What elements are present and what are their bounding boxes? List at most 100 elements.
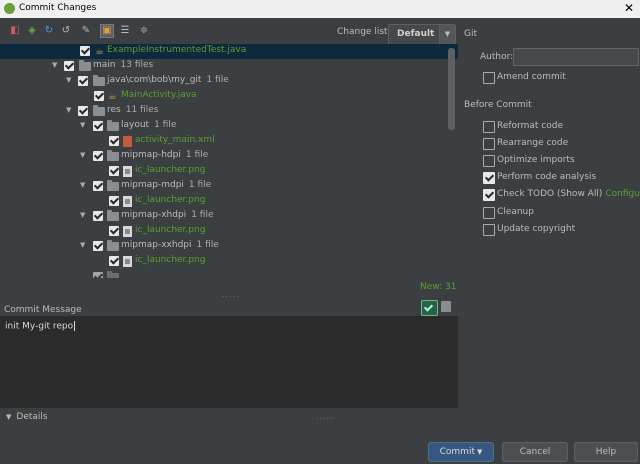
checkbox-box [483,72,495,84]
tree-item-label: layout 1 file [121,120,177,130]
tree-row-partial[interactable] [0,270,458,278]
spellcheck-icon[interactable] [421,300,438,316]
tree-checkbox[interactable] [93,241,103,251]
expand-arrow-icon[interactable]: ▼ [80,181,85,189]
splitter-handle[interactable]: ..... [316,412,334,421]
tree-row[interactable]: ☕ ExampleInstrumentedTest.java [0,44,458,59]
tree-checkbox[interactable] [109,226,119,236]
tree-checkbox[interactable] [93,272,103,278]
splitter-handle[interactable]: ..... [222,290,240,299]
tree-checkbox[interactable] [93,151,103,161]
tree-checkbox[interactable] [93,211,103,221]
tree-row[interactable]: ic_launcher.png [0,254,458,269]
tree-item-label: res 11 files [107,105,159,115]
option-label: Update copyright [497,224,576,234]
tree-checkbox[interactable] [109,256,119,266]
history-icon[interactable] [441,301,451,312]
tree-item-label: mipmap-xxhdpi 1 file [121,240,219,250]
tree-checkbox[interactable] [93,121,103,131]
option-label: Optimize imports [497,155,575,165]
tree-checkbox[interactable] [109,136,119,146]
window-title: Commit Changes [19,3,97,13]
tree-row[interactable]: ▼ main 13 files [0,59,458,74]
expand-arrow-icon[interactable]: ▼ [80,211,85,219]
tree-row[interactable]: ▼ mipmap-xhdpi 1 file [0,209,458,224]
tree-scrollbar[interactable] [448,48,455,130]
configure-link[interactable]: Configure [605,189,640,199]
tree-row[interactable]: activity_main.xml [0,134,458,149]
image-file-icon [123,226,132,237]
title-bar: Commit Changes ✕ [0,0,640,18]
folder-icon [79,60,91,71]
tree-checkbox[interactable] [78,76,88,86]
tree-row[interactable]: ic_launcher.png [0,194,458,209]
tree-checkbox[interactable] [94,91,104,101]
diff-icon[interactable]: ◧ [9,25,21,37]
tree-item-label: java\com\bob\my_git 1 file [107,75,229,85]
tree-row[interactable]: ▼ mipmap-mdpi 1 file [0,179,458,194]
expand-all-icon[interactable]: ☰ [119,25,131,37]
close-icon[interactable]: ✕ [624,2,634,15]
details-toggle[interactable]: ▼ Details [6,412,48,422]
refresh-icon[interactable]: ↻ [43,25,55,37]
option-label: Cleanup [497,207,534,217]
help-button-label: Help [595,447,617,457]
expand-arrow-icon[interactable]: ▼ [80,151,85,159]
cancel-button[interactable]: Cancel [502,442,568,462]
commit-message-label: Commit Message [4,305,82,315]
folder-icon [107,120,119,131]
tree-row[interactable]: ▼ res 11 files [0,104,458,119]
tree-item-label: mipmap-mdpi 1 file [121,180,212,190]
chevron-down-icon: ▼ [476,448,483,456]
tree-row[interactable]: ▼ layout 1 file [0,119,458,134]
checkbox-box [483,172,495,184]
tree-row[interactable]: ic_launcher.png [0,164,458,179]
tree-item-label: main 13 files [93,60,154,70]
image-file-icon [123,256,132,267]
expand-arrow-icon[interactable]: ▼ [52,61,57,69]
tree-row[interactable]: ▼ mipmap-xxhdpi 1 file [0,239,458,254]
commit-message-text: init My-git repo [5,321,76,332]
collapse-all-icon[interactable]: ≑ [138,25,150,37]
commit-message-input[interactable]: init My-git repo [0,316,458,408]
edit-icon[interactable]: ✎ [80,25,92,37]
before-commit-heading: Before Commit [464,100,532,110]
author-input[interactable] [513,48,639,66]
help-button[interactable]: Help [574,442,638,462]
tree-checkbox[interactable] [64,61,74,71]
expand-arrow-icon[interactable]: ▼ [80,241,85,249]
changelist-select[interactable]: Default ▼ [388,24,456,45]
move-icon[interactable]: ◈ [26,25,38,37]
app-logo-icon [4,3,15,14]
tree-row[interactable]: ☕ MainActivity.java [0,89,458,104]
tree-item-label: ic_launcher.png [135,225,206,235]
tree-row[interactable]: ic_launcher.png [0,224,458,239]
checkbox-box [483,189,495,201]
expand-arrow-icon[interactable]: ▼ [66,106,71,114]
tree-checkbox[interactable] [80,46,90,56]
revert-icon[interactable]: ↺ [60,25,72,37]
tree-checkbox[interactable] [78,106,88,116]
git-heading: Git [464,29,478,39]
checkbox-box [483,224,495,236]
folder-icon [93,105,105,116]
new-files-count: New: 31 [420,282,457,292]
tree-checkbox[interactable] [109,196,119,206]
tree-checkbox[interactable] [109,166,119,176]
image-file-icon [123,196,132,207]
expand-arrow-icon: ▼ [6,413,12,421]
tree-item-label: mipmap-xhdpi 1 file [121,210,214,220]
expand-arrow-icon[interactable]: ▼ [80,121,85,129]
tree-row[interactable]: ▼ java\com\bob\my_git 1 file [0,74,458,89]
tree-row[interactable]: ▼ mipmap-hdpi 1 file [0,149,458,164]
checkbox-box [483,155,495,167]
expand-arrow-icon[interactable]: ▼ [66,76,71,84]
folder-icon [93,75,105,86]
commit-button[interactable]: Commit ▼ [428,442,494,462]
folder-icon [107,180,119,191]
option-label: Rearrange code [497,138,569,148]
group-icon[interactable]: ▣ [100,24,114,38]
checkbox-box [483,121,495,133]
tree-item-label: MainActivity.java [121,90,197,100]
tree-checkbox[interactable] [93,181,103,191]
